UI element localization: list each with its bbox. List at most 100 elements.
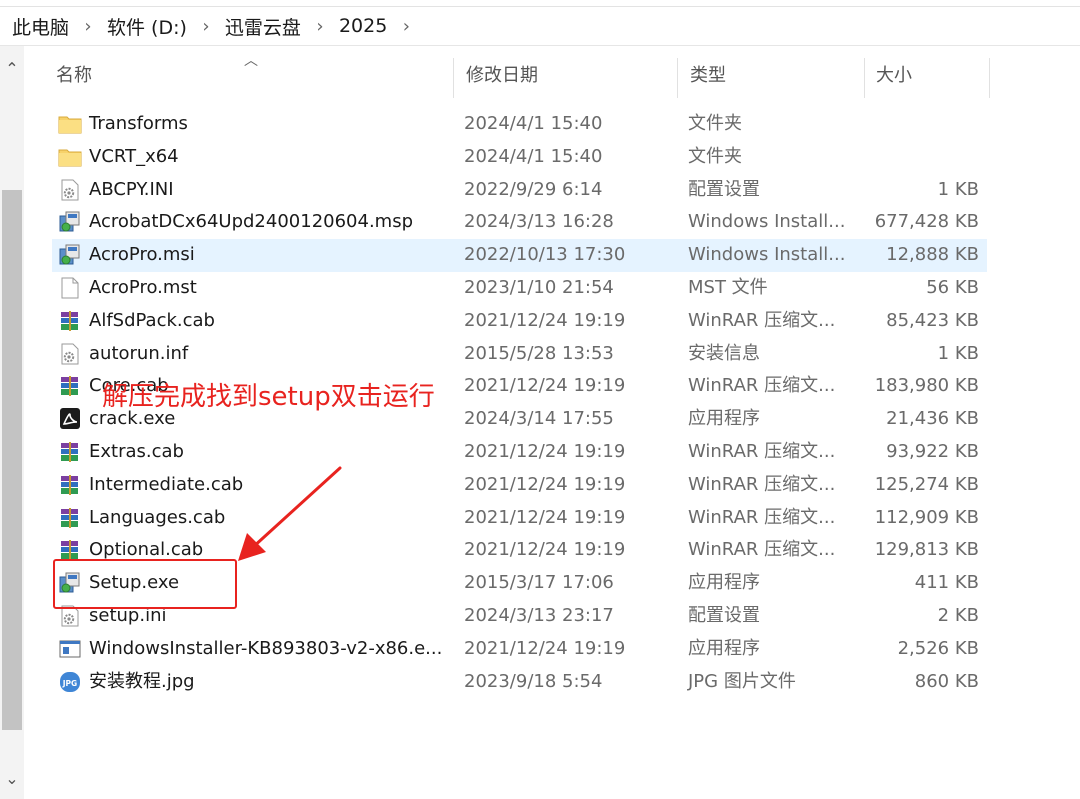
file-date: 2024/3/14 17:55 [464,408,614,430]
file-size: 112,909 KB [874,506,979,528]
settings-file-icon [58,179,82,201]
blank-file-icon [58,277,82,299]
file-row[interactable]: VCRT_x64 2024/4/1 15:40 文件夹 [52,141,987,174]
file-type: 文件夹 [688,145,742,167]
file-date: 2023/9/18 5:54 [464,670,603,692]
file-name: WindowsInstaller-KB893803-v2-x86.e... [89,637,443,659]
column-size-header[interactable]: 大小 [864,52,912,100]
file-type: WinRAR 压缩文... [688,375,836,397]
winrar-icon [58,375,82,397]
file-row[interactable]: Languages.cab 2021/12/24 19:19 WinRAR 压缩文.… [52,502,987,535]
winrar-icon [58,507,82,529]
file-date: 2021/12/24 19:19 [464,473,626,495]
acrobat-icon [58,408,82,430]
chevron-right-icon[interactable]: › [189,16,223,37]
file-row[interactable]: Intermediate.cab 2021/12/24 19:19 WinRAR 压… [52,469,987,502]
file-type: WinRAR 压缩文... [688,440,836,462]
file-type: 应用程序 [688,572,760,594]
column-header: 名称 修改日期 类型 大小 [44,52,990,100]
winrar-icon [58,474,82,496]
file-date: 2021/12/24 19:19 [464,309,626,331]
column-name-header[interactable]: 名称 [44,52,92,100]
file-row[interactable]: AcroPro.mst 2023/1/10 21:54 MST 文件 56 KB [52,272,987,305]
file-row[interactable]: WindowsInstaller-KB893803-v2-x86.e... 202… [52,633,987,666]
file-name: Transforms [89,113,188,134]
breadcrumb: 此电脑 › 软件 (D:) › 迅雷云盘 › 2025 › [10,13,423,40]
file-row[interactable]: AcrobatDCx64Upd2400120604.msp 2024/3/13 1… [52,206,987,239]
file-size: 2,526 KB [897,637,979,659]
file-date: 2021/12/24 19:19 [464,375,626,397]
file-type: WinRAR 压缩文... [688,539,836,561]
file-size: 12,888 KB [886,244,979,266]
file-name: Languages.cab [89,506,226,528]
file-type: 文件夹 [688,113,742,134]
chevron-right-icon[interactable]: › [389,16,423,37]
file-size: 183,980 KB [874,375,979,397]
installer-icon [58,211,82,233]
breadcrumb-this-pc[interactable]: 此电脑 [10,13,71,40]
scroll-up-icon[interactable]: ⌃ [0,54,24,84]
file-name: VCRT_x64 [89,145,179,167]
annotation-text: 解压完成找到setup双击运行 [102,382,435,412]
file-type: WinRAR 压缩文... [688,309,836,331]
file-date: 2024/3/13 23:17 [464,604,614,626]
file-row[interactable]: autorun.inf 2015/5/28 13:53 安装信息 1 KB [52,338,987,371]
file-size: 860 KB [914,670,979,692]
file-name: AcroPro.msi [89,244,195,266]
file-name: AcrobatDCx64Upd2400120604.msp [89,211,414,233]
file-size: 56 KB [926,276,979,298]
file-date: 2022/10/13 17:30 [464,244,626,266]
settings-file-icon [58,343,82,365]
breadcrumb-drive-d[interactable]: 软件 (D:) [105,13,189,40]
chevron-right-icon[interactable]: › [71,16,105,37]
file-name: Intermediate.cab [89,473,244,495]
file-name: AcroPro.mst [89,276,197,298]
file-size: 129,813 KB [874,539,979,561]
file-name: 安装教程.jpg [89,670,195,692]
file-type: Windows Install... [688,211,846,233]
file-type: 配置设置 [688,178,760,200]
file-size: 1 KB [937,342,979,364]
file-date: 2023/1/10 21:54 [464,276,614,298]
file-row[interactable]: Extras.cab 2021/12/24 19:19 WinRAR 压缩文... 9… [52,436,987,469]
column-divider[interactable] [989,58,990,98]
file-type: 应用程序 [688,408,760,430]
address-bar[interactable]: 此电脑 › 软件 (D:) › 迅雷云盘 › 2025 › [0,0,1080,46]
file-date: 2024/4/1 15:40 [464,145,603,167]
window-app-icon [58,638,82,660]
breadcrumb-xunlei[interactable]: 迅雷云盘 [223,13,303,40]
folder-icon [58,146,82,168]
file-row[interactable]: AlfSdPack.cab 2021/12/24 19:19 WinRAR 压缩文.… [52,305,987,338]
file-row[interactable]: ABCPY.INI 2022/9/29 6:14 配置设置 1 KB [52,174,987,207]
file-date: 2021/12/24 19:19 [464,637,626,659]
file-row[interactable]: Transforms 2024/4/1 15:40 文件夹 [52,108,987,141]
file-size: 411 KB [914,572,979,594]
file-type: WinRAR 压缩文... [688,506,836,528]
file-size: 93,922 KB [886,440,979,462]
file-name: AlfSdPack.cab [89,309,215,331]
file-type: 安装信息 [688,342,760,364]
scrollbar-thumb[interactable] [2,190,22,730]
column-date-header[interactable]: 修改日期 [454,52,538,100]
svg-text:JPG: JPG [62,679,77,688]
column-type-header[interactable]: 类型 [678,52,726,100]
file-size: 1 KB [937,178,979,200]
file-type: 配置设置 [688,604,760,626]
file-date: 2024/4/1 15:40 [464,113,603,134]
file-type: Windows Install... [688,244,846,266]
file-size: 125,274 KB [874,473,979,495]
file-type: 应用程序 [688,637,760,659]
divider [0,6,1080,7]
file-row[interactable]: JPG 安装教程.jpg 2023/9/18 5:54 JPG 图片文件 860 KB [52,666,987,699]
file-date: 2015/3/17 17:06 [464,572,614,594]
breadcrumb-2025[interactable]: 2025 [337,15,389,37]
vertical-scrollbar[interactable]: ⌃ ⌄ [0,46,24,799]
file-date: 2024/3/13 16:28 [464,211,614,233]
installer-icon [58,244,82,266]
jpg-icon: JPG [58,671,82,693]
chevron-right-icon[interactable]: › [303,16,337,37]
file-row[interactable]: AcroPro.msi 2022/10/13 17:30 Windows Insta… [52,239,987,272]
file-size: 2 KB [937,604,979,626]
file-name: autorun.inf [89,342,189,364]
scroll-down-icon[interactable]: ⌄ [0,764,24,794]
